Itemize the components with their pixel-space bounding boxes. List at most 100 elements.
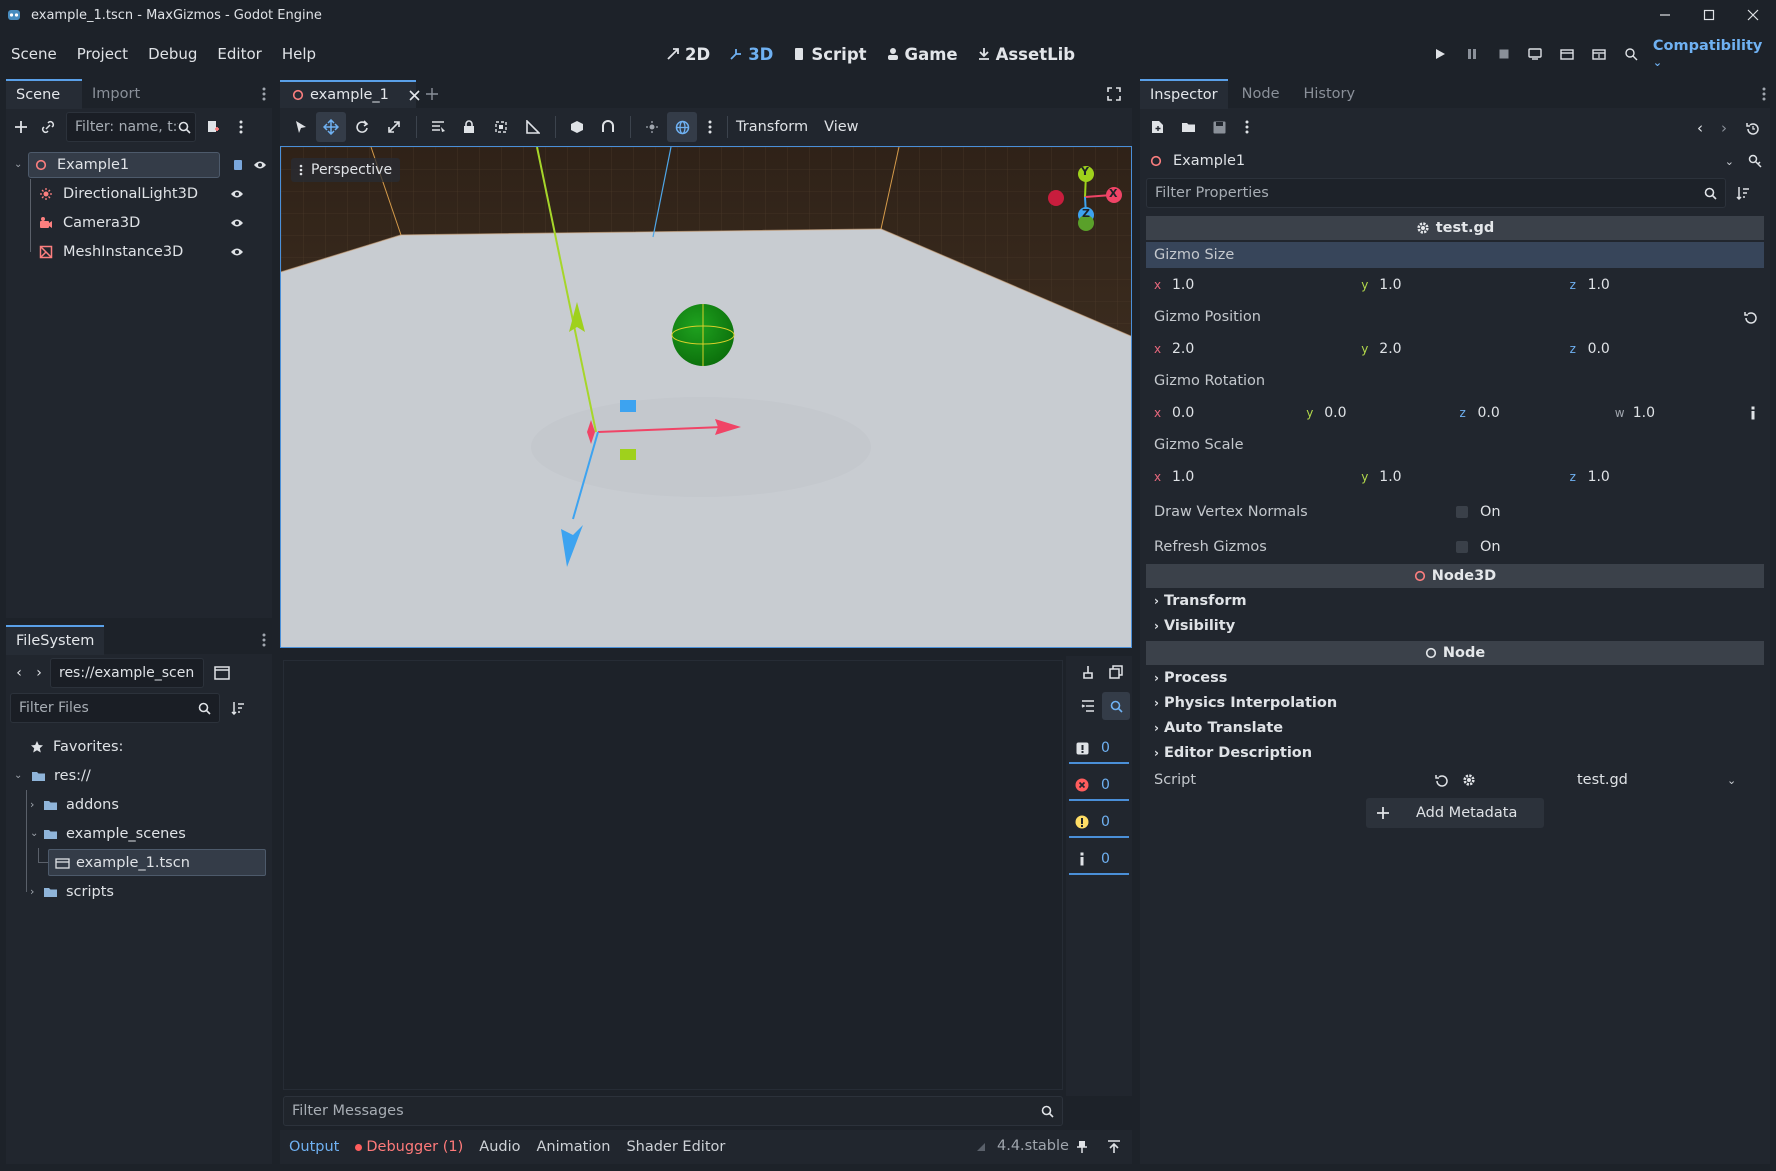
group-visibility[interactable]: › Visibility — [1146, 613, 1764, 638]
transform-menu[interactable]: Transform — [736, 119, 808, 135]
tab-output[interactable]: Output — [289, 1139, 339, 1155]
tab-import[interactable]: Import — [82, 80, 150, 108]
stop-icon[interactable] — [1488, 48, 1520, 60]
scene-tab-example-1[interactable]: example_1 — [280, 80, 420, 108]
scene-filter-input[interactable]: Filter: name, t:t — [66, 112, 196, 142]
visibility-eye-icon[interactable] — [229, 218, 245, 228]
file-filter-input[interactable]: Filter Files — [10, 693, 220, 723]
gizmo-scale-x[interactable]: x 1.0 — [1146, 463, 1353, 491]
group-editor-description[interactable]: › Editor Description — [1146, 740, 1764, 765]
split-mode-icon[interactable] — [204, 666, 240, 680]
add-metadata-button[interactable]: Add Metadata — [1366, 798, 1544, 828]
sort-icon[interactable] — [220, 701, 256, 715]
play-custom-scene-icon[interactable] — [1583, 48, 1615, 60]
attach-script-icon[interactable] — [196, 120, 230, 134]
folder-example-scenes[interactable]: ⌄ example_scenes — [6, 819, 272, 848]
tree-node-camera3d[interactable]: Camera3D — [6, 208, 272, 237]
tree-node-directionallight3d[interactable]: DirectionalLight3D — [6, 179, 272, 208]
script-section-header[interactable]: test.gd — [1146, 216, 1764, 240]
local-space-icon[interactable] — [562, 120, 592, 134]
ruler-icon[interactable] — [517, 120, 549, 134]
tab-debugger[interactable]: Debugger (1) — [355, 1139, 463, 1155]
workspace-assetlib-button[interactable]: AssetLib — [976, 45, 1075, 64]
menu-debug[interactable]: Debug — [148, 45, 197, 63]
error-counter[interactable]: 0 — [1069, 771, 1129, 801]
workspace-3d-button[interactable]: 3D — [728, 45, 773, 64]
select-tool-icon[interactable] — [286, 112, 316, 142]
node3d-section-header[interactable]: Node3D — [1146, 564, 1764, 588]
gizmo-position-x[interactable]: x 2.0 — [1146, 335, 1353, 363]
rotate-tool-icon[interactable] — [346, 112, 378, 142]
draw-vertex-normals-checkbox[interactable] — [1456, 505, 1468, 518]
instance-scene-icon[interactable] — [36, 120, 60, 134]
maximize-icon[interactable] — [1694, 0, 1724, 30]
tab-animation[interactable]: Animation — [537, 1139, 611, 1155]
folder-res[interactable]: ⌄ res:// — [6, 761, 272, 790]
revert-icon[interactable] — [1433, 774, 1449, 787]
gizmo-size-z[interactable]: z 1.0 — [1562, 271, 1764, 299]
save-resource-icon[interactable] — [1204, 121, 1234, 134]
perspective-menu[interactable]: Perspective — [291, 158, 401, 182]
tree-node-meshinstance3d[interactable]: MeshInstance3D — [6, 237, 272, 266]
open-resource-icon[interactable] — [1172, 121, 1204, 133]
gizmo-rotation-x[interactable]: x 0.0 — [1146, 399, 1298, 427]
workspace-game-button[interactable]: Game — [885, 45, 958, 64]
group-physics-interpolation[interactable]: › Physics Interpolation — [1146, 690, 1764, 715]
gizmo-size-y[interactable]: y 1.0 — [1353, 271, 1561, 299]
close-tab-icon[interactable] — [409, 89, 420, 101]
snap-icon[interactable] — [592, 120, 624, 134]
scene-tree-menu-icon[interactable] — [230, 120, 252, 134]
gizmo-scale-z[interactable]: z 1.0 — [1562, 463, 1764, 491]
environment-preview-icon[interactable] — [667, 112, 697, 142]
visibility-eye-icon[interactable] — [229, 189, 245, 199]
menu-help[interactable]: Help — [282, 45, 316, 63]
forward-icon[interactable]: › — [30, 665, 48, 681]
pin-icon[interactable] — [1074, 1139, 1090, 1155]
lock-icon[interactable] — [453, 120, 485, 134]
object-history-icon[interactable] — [1744, 120, 1760, 136]
folder-scripts[interactable]: › scripts — [6, 877, 272, 906]
script-resource-value[interactable]: test.gd — [1577, 772, 1727, 788]
tab-inspector[interactable]: Inspector — [1140, 79, 1228, 109]
copy-output-icon[interactable] — [1108, 664, 1124, 680]
menu-project[interactable]: Project — [77, 45, 128, 63]
refresh-gizmos-checkbox[interactable] — [1456, 540, 1468, 553]
gizmo-rotation-w[interactable]: w 1.0 — [1607, 399, 1764, 427]
file-example-1-tscn[interactable]: example_1.tscn — [6, 848, 272, 877]
visibility-eye-icon[interactable] — [229, 247, 245, 257]
minimize-icon[interactable] — [1650, 0, 1680, 30]
gizmo-rotation-y[interactable]: y 0.0 — [1298, 399, 1451, 427]
tab-shader-editor[interactable]: Shader Editor — [626, 1139, 725, 1155]
tab-scene[interactable]: Scene — [6, 79, 82, 109]
group-icon[interactable] — [485, 120, 517, 134]
distraction-free-icon[interactable] — [1106, 86, 1122, 102]
scale-tool-icon[interactable] — [378, 112, 410, 142]
link-icon[interactable] — [1748, 406, 1758, 420]
search-output-icon[interactable] — [1102, 692, 1130, 720]
tab-audio[interactable]: Audio — [479, 1139, 520, 1155]
back-icon[interactable]: ‹ — [8, 665, 30, 681]
play-icon[interactable] — [1424, 48, 1456, 60]
history-forward-icon[interactable]: › — [1716, 119, 1732, 137]
3d-viewport[interactable]: Y X Z Perspective — [280, 146, 1132, 648]
editor-message-counter[interactable]: 0 — [1069, 845, 1129, 875]
play-scene-icon[interactable] — [1551, 48, 1583, 60]
group-process[interactable]: › Process — [1146, 665, 1764, 690]
renderer-dropdown[interactable]: Compatibility ⌄ — [1653, 38, 1776, 70]
sun-preview-icon[interactable] — [637, 120, 667, 134]
revert-icon[interactable] — [1742, 311, 1758, 324]
filter-properties-input[interactable]: Filter Properties — [1146, 178, 1726, 208]
path-field[interactable]: res://example_scenes/exa — [50, 658, 204, 688]
script-attached-icon[interactable] — [230, 159, 246, 171]
view-menu[interactable]: View — [824, 119, 858, 135]
menu-scene[interactable]: Scene — [11, 45, 57, 63]
select-list-icon[interactable] — [423, 120, 453, 134]
history-back-icon[interactable]: ‹ — [1692, 119, 1708, 137]
tab-history[interactable]: History — [1293, 80, 1365, 108]
warning-counter[interactable]: 0 — [1069, 808, 1129, 838]
inspector-options-icon[interactable] — [1234, 120, 1260, 134]
movie-maker-icon[interactable] — [1615, 47, 1647, 61]
dock-menu-icon[interactable] — [258, 86, 270, 102]
property-filter-options-icon[interactable] — [1726, 186, 1760, 200]
favorites-row[interactable]: Favorites: — [6, 732, 272, 761]
